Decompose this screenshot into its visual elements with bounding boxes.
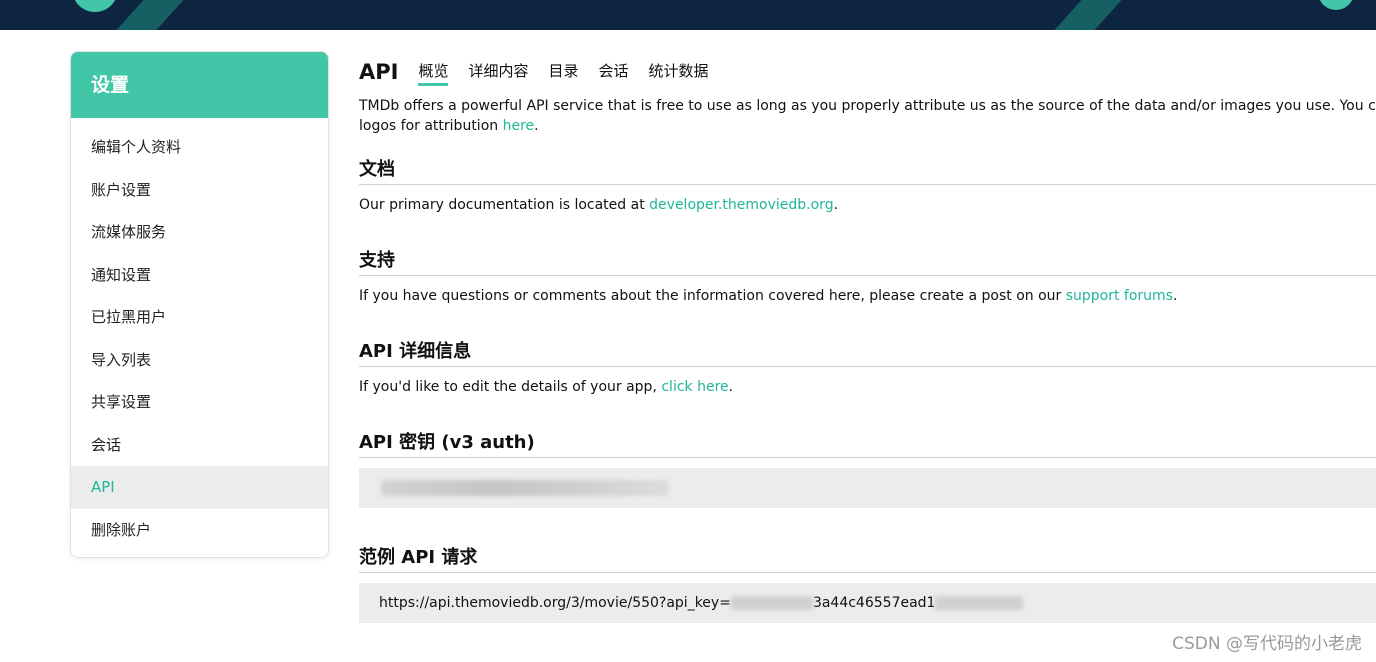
support-section: 支持 If you have questions or comments abo… [359, 247, 1376, 306]
logo-shape [1318, 0, 1354, 10]
example-url-prefix: https://api.themoviedb.org/3/movie/550?a… [379, 595, 731, 611]
sidebar-item-sharing-settings[interactable]: 共享设置 [71, 381, 328, 424]
support-forums-link[interactable]: support forums [1066, 288, 1173, 304]
api-key-heading: API 密钥 (v3 auth) [359, 429, 1376, 458]
sidebar-title: 设置 [71, 52, 328, 118]
api-details-section: API 详细信息 If you'd like to edit the detai… [359, 338, 1376, 397]
sidebar-item-import-list[interactable]: 导入列表 [71, 339, 328, 382]
example-url-redacted-2 [935, 596, 1024, 610]
example-request-heading: 范例 API 请求 [359, 544, 1376, 573]
api-details-suffix: . [728, 379, 734, 395]
support-text-body: If you have questions or comments about … [359, 288, 1066, 304]
intro-text: TMDb offers a powerful API service that … [359, 96, 1376, 136]
sidebar-item-blocked-users[interactable]: 已拉黑用户 [71, 296, 328, 339]
tab-bar: API 概览 详细内容 目录 会话 统计数据 [359, 52, 1376, 86]
sidebar-item-streaming-services[interactable]: 流媒体服务 [71, 211, 328, 254]
docs-link[interactable]: developer.themoviedb.org [649, 197, 833, 213]
sidebar-menu: 编辑个人资料 账户设置 流媒体服务 通知设置 已拉黑用户 导入列表 共享设置 会… [71, 118, 328, 551]
sidebar-item-api[interactable]: API [71, 466, 328, 509]
api-details-text-body: If you'd like to edit the details of you… [359, 379, 662, 395]
intro-line-1: TMDb offers a powerful API service that … [359, 98, 1376, 114]
watermark: CSDN @写代码的小老虎 [1172, 634, 1362, 654]
sidebar-item-account-settings[interactable]: 账户设置 [71, 169, 328, 212]
api-details-heading: API 详细信息 [359, 338, 1376, 367]
example-request-url[interactable]: https://api.themoviedb.org/3/movie/550?a… [359, 583, 1376, 623]
docs-text-body: Our primary documentation is located at [359, 197, 650, 213]
sidebar-item-sessions[interactable]: 会话 [71, 424, 328, 467]
docs-text: Our primary documentation is located at … [359, 195, 1376, 215]
api-details-text: If you'd like to edit the details of you… [359, 377, 1376, 397]
sidebar-item-notification-settings[interactable]: 通知设置 [71, 254, 328, 297]
redacted-api-key [381, 480, 669, 496]
sidebar-item-edit-profile[interactable]: 编辑个人资料 [71, 126, 328, 169]
intro-line-2: logos for attribution here. [359, 116, 1376, 136]
tab-sessions[interactable]: 会话 [599, 60, 629, 86]
docs-suffix: . [833, 197, 839, 213]
logo-shape [72, 0, 118, 12]
sidebar-item-delete-account[interactable]: 删除账户 [71, 509, 328, 552]
tab-directory[interactable]: 目录 [549, 60, 579, 86]
api-key-field[interactable] [359, 468, 1376, 508]
top-navigation-bar [0, 0, 1376, 30]
tab-details[interactable]: 详细内容 [468, 60, 528, 86]
example-url-visible: 3a44c46557ead1 [812, 595, 936, 611]
page-title: API [359, 60, 399, 84]
tab-overview[interactable]: 概览 [418, 60, 449, 86]
example-request-section: 范例 API 请求 https://api.themoviedb.org/3/m… [359, 544, 1376, 623]
decorative-stripe [98, 0, 202, 30]
intro-line-2-suffix: . [534, 118, 539, 134]
api-key-section: API 密钥 (v3 auth) [359, 429, 1376, 508]
attribution-link[interactable]: here [503, 118, 535, 134]
support-heading: 支持 [359, 247, 1376, 276]
support-suffix: . [1173, 288, 1178, 304]
click-here-link[interactable]: click here [661, 379, 728, 395]
docs-section: 文档 Our primary documentation is located … [359, 156, 1376, 215]
docs-heading: 文档 [359, 156, 1376, 185]
tab-statistics[interactable]: 统计数据 [649, 60, 709, 86]
settings-sidebar: 设置 编辑个人资料 账户设置 流媒体服务 通知设置 已拉黑用户 导入列表 共享设… [70, 51, 329, 558]
intro-line-2-prefix: logos for attribution [359, 118, 503, 134]
main-content: API 概览 详细内容 目录 会话 统计数据 TMDb offers a pow… [359, 52, 1376, 623]
support-text: If you have questions or comments about … [359, 286, 1376, 306]
decorative-stripe [1036, 0, 1140, 30]
example-url-redacted-1 [730, 596, 813, 610]
